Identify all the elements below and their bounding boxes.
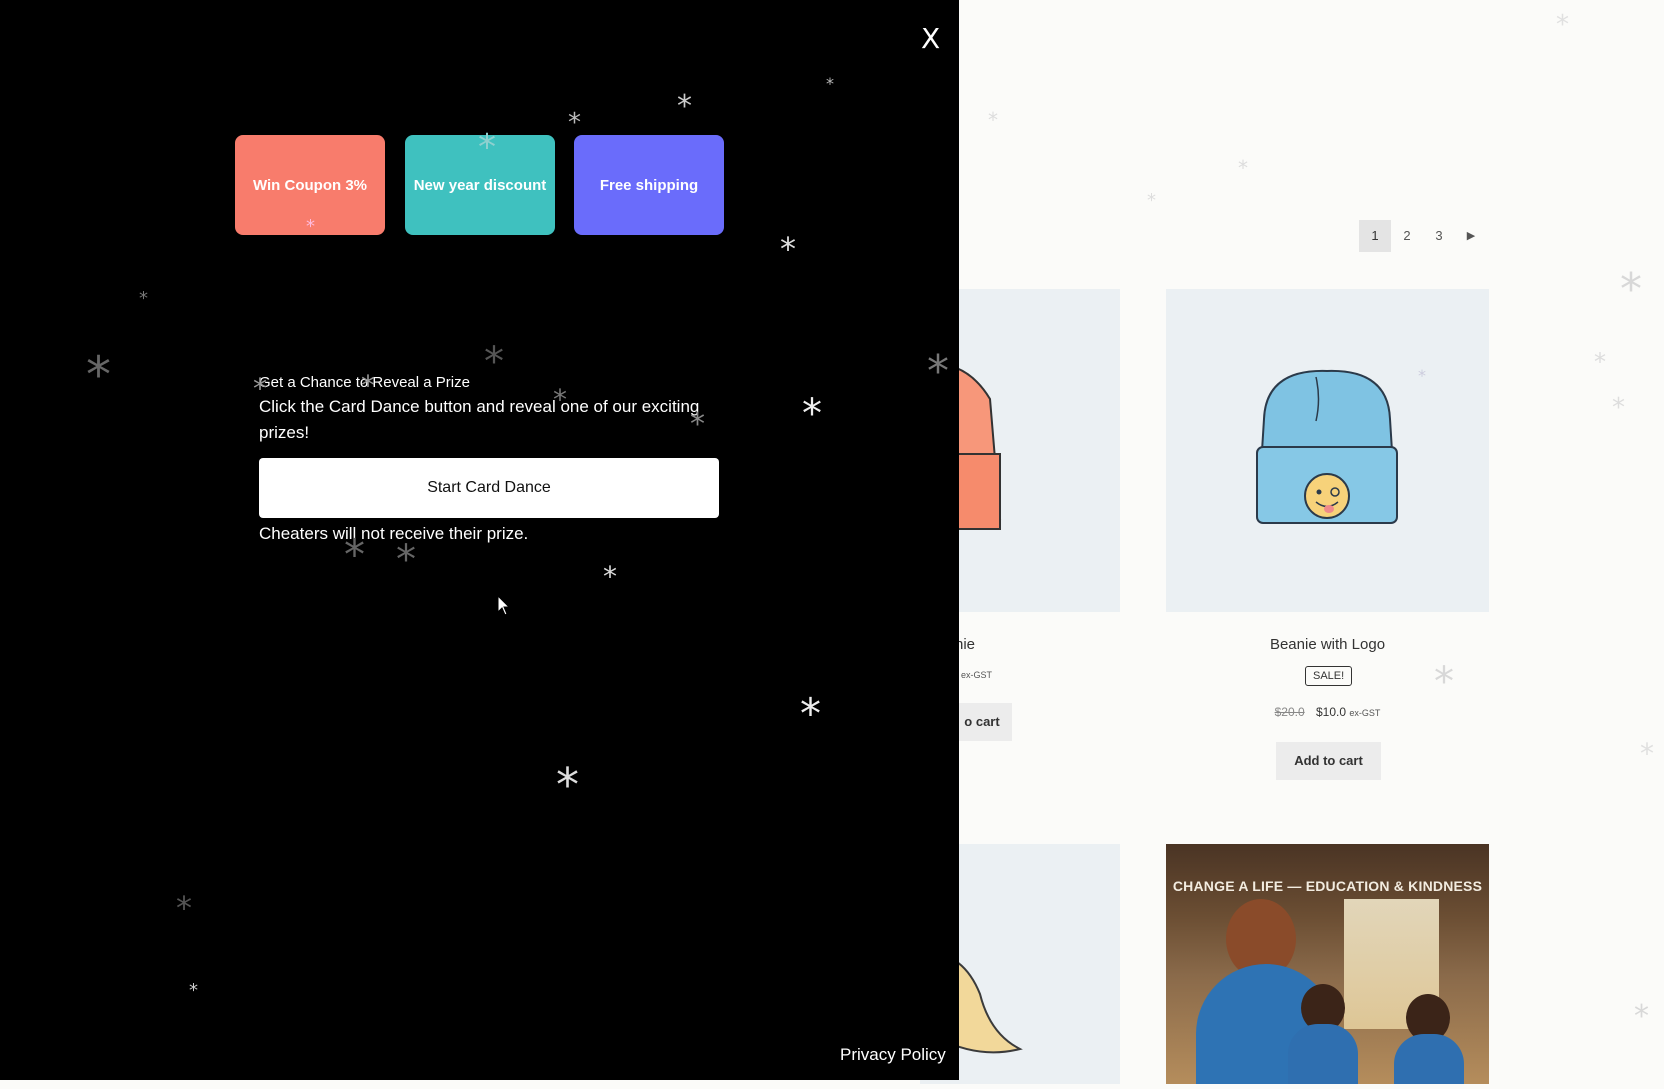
snowflake-icon: * [1434, 659, 1454, 705]
snowflake-icon: * [139, 288, 148, 309]
product-name[interactable]: Beanie with Logo [1166, 636, 1489, 653]
next-page-icon[interactable]: ▶ [1455, 220, 1487, 252]
snowflake-icon: * [800, 689, 821, 738]
snowflake-icon: * [1620, 264, 1642, 315]
prize-modal: X Win Coupon 3% New year discount Free s… [0, 0, 959, 1080]
product-price: $20.0 $10.0 ex-GST [1166, 705, 1489, 719]
snowflake-icon: * [1640, 737, 1654, 770]
snowflake-icon: * [677, 89, 692, 124]
snowflake-icon: * [86, 346, 111, 404]
snowflake-icon: * [556, 758, 579, 812]
snowflake-icon: * [826, 74, 834, 93]
prize-card-free-shipping[interactable]: Free shipping [574, 135, 724, 235]
snowflake-icon: * [1238, 156, 1248, 180]
snowflake-icon: * [780, 230, 796, 268]
snowflake-icon: * [802, 391, 822, 437]
snowflake-icon: * [1634, 999, 1649, 1034]
modal-description: Click the Card Dance button and reveal o… [259, 397, 700, 442]
start-card-dance-button[interactable]: Start Card Dance [259, 458, 719, 518]
privacy-policy-link[interactable]: Privacy Policy [840, 1045, 946, 1065]
add-to-cart-button[interactable]: o cart [952, 703, 1012, 741]
sale-price: $10.0 [1315, 705, 1347, 719]
snowflake-icon: * [927, 346, 949, 397]
snowflake-icon: * [1556, 10, 1569, 40]
page-2-link[interactable]: 2 [1391, 220, 1423, 252]
snowflake-icon: * [189, 980, 198, 1001]
photo-child-body [1394, 1034, 1464, 1084]
snowflake-icon: * [396, 537, 416, 583]
product-image-photo[interactable]: CHANGE A LIFE — EDUCATION & KINDNESS [1166, 844, 1489, 1084]
price-suffix: ex-GST [1349, 708, 1381, 718]
photo-banner-text: CHANGE A LIFE — EDUCATION & KINDNESS [1172, 878, 1483, 894]
product-image-beanie-with-logo[interactable] [1166, 289, 1489, 612]
modal-content: Get a Chance to Reveal a Prize Click the… [259, 374, 719, 544]
snowflake-icon: * [988, 108, 998, 132]
modal-heading: Get a Chance to Reveal a Prize [259, 374, 470, 391]
prize-card-coupon[interactable]: Win Coupon 3% [235, 135, 385, 235]
page-1-link[interactable]: 1 [1359, 220, 1391, 252]
snowflake-icon: * [1612, 393, 1625, 423]
pagination: 1 2 3 ▶ [1359, 220, 1487, 252]
mouse-pointer-icon [497, 595, 511, 616]
snowflake-icon: * [1147, 190, 1156, 211]
beanie-with-logo-image-icon [1256, 369, 1398, 524]
page-3-link[interactable]: 3 [1423, 220, 1455, 252]
snowflake-icon: * [603, 560, 617, 593]
snowflake-icon: * [568, 108, 581, 138]
close-button[interactable]: X [921, 22, 940, 55]
prize-card-new-year[interactable]: New year discount [405, 135, 555, 235]
photo-child-body [1288, 1024, 1358, 1084]
old-price: $20.0 [1274, 705, 1305, 719]
add-to-cart-button[interactable]: Add to cart [1276, 742, 1381, 780]
sale-badge: SALE! [1305, 666, 1353, 686]
price-suffix: ex-GST [961, 670, 993, 680]
snowflake-icon: * [176, 889, 192, 927]
snowflake-icon: * [1594, 348, 1606, 376]
cheaters-note: Cheaters will not receive their prize. [259, 524, 529, 543]
